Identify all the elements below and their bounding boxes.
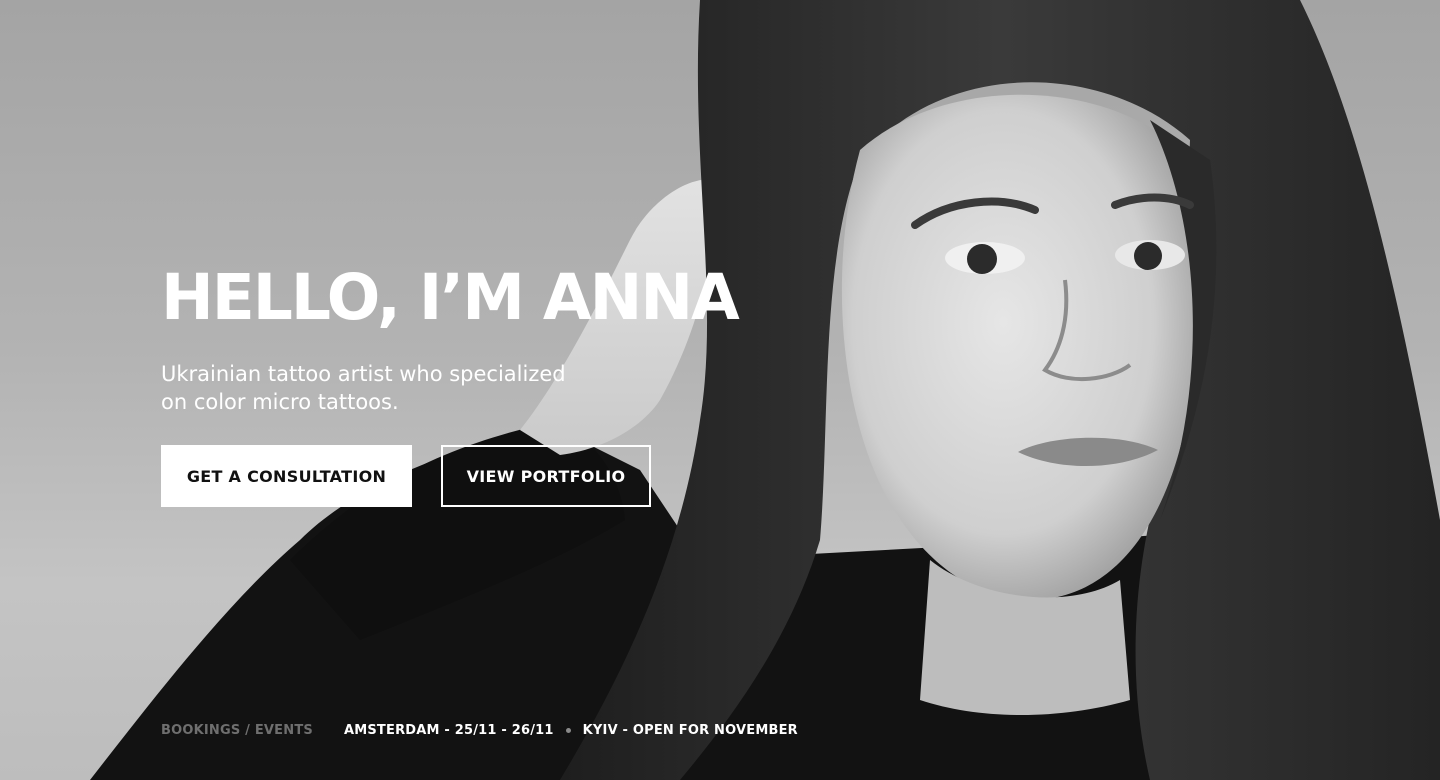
event-item-kyiv[interactable]: KYIV - OPEN FOR NOVEMBER (583, 723, 798, 738)
hero-title: HELLO, I’M ANNA (161, 261, 740, 334)
hero-actions: GET A CONSULTATION VIEW PORTFOLIO (161, 445, 801, 507)
hero-content: HELLO, I’M ANNA Ukrainian tattoo artist … (161, 262, 801, 507)
hero-subtitle: Ukrainian tattoo artist who specialized … (161, 362, 566, 414)
event-item-amsterdam[interactable]: AMSTERDAM - 25/11 - 26/11 (344, 723, 554, 738)
get-consultation-button[interactable]: GET A CONSULTATION (161, 445, 412, 507)
events-bar: BOOKINGS / EVENTS AMSTERDAM - 25/11 - 26… (161, 723, 798, 738)
dot-separator-icon (565, 728, 571, 733)
events-label: BOOKINGS / EVENTS (161, 723, 313, 738)
view-portfolio-button[interactable]: VIEW PORTFOLIO (441, 445, 651, 507)
